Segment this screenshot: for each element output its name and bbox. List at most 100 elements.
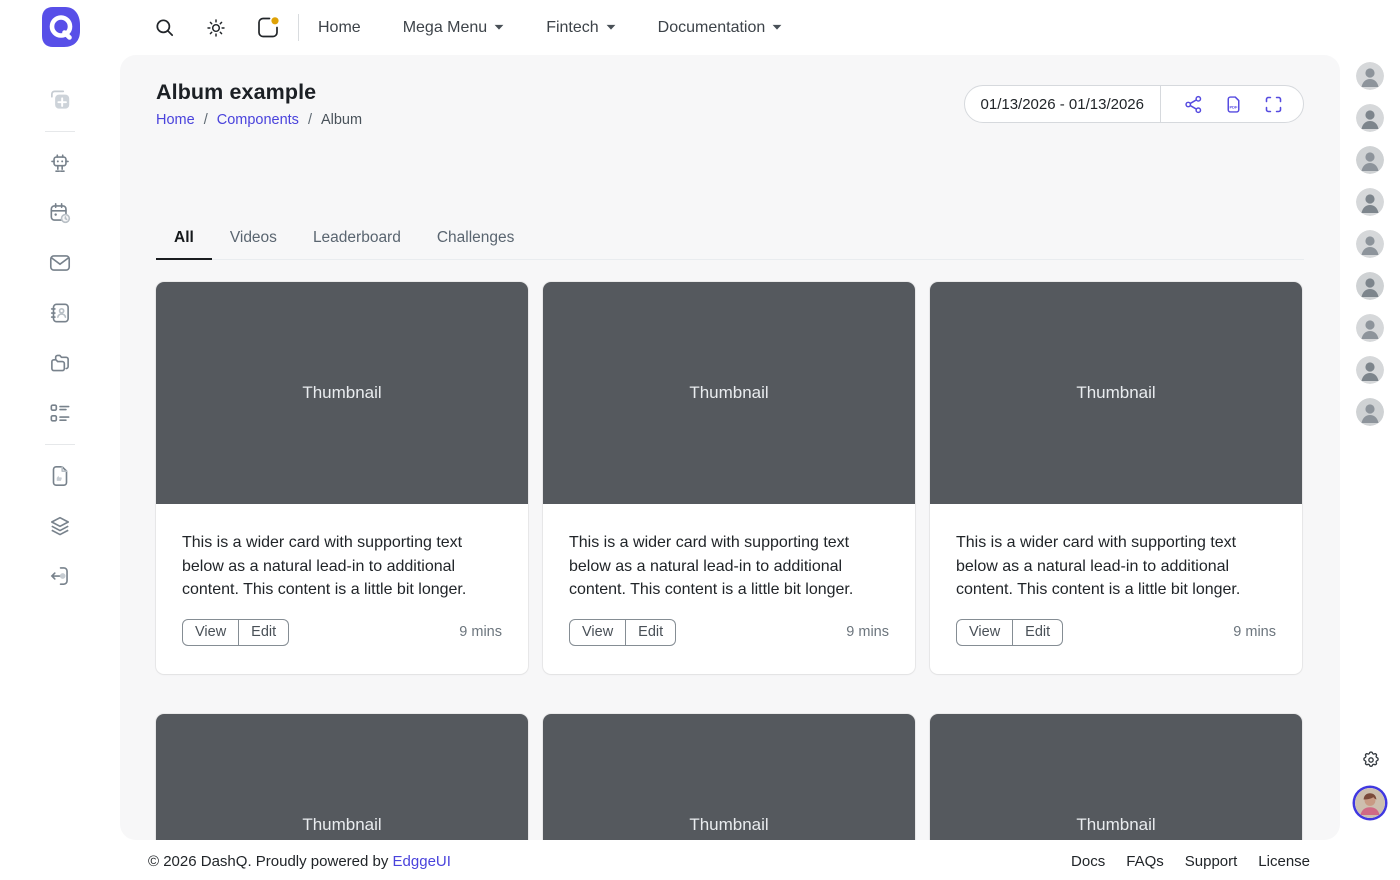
main-content: Album example Home / Components / Album … xyxy=(120,55,1340,840)
thumbnail-label: Thumbnail xyxy=(302,383,382,402)
edit-button[interactable]: Edit xyxy=(626,618,677,646)
avatar[interactable] xyxy=(1356,104,1384,132)
album-card: Thumbnail This is a wider card with supp… xyxy=(543,282,915,674)
album-card: Thumbnail This is a wider card with supp… xyxy=(930,714,1302,840)
layers-icon[interactable] xyxy=(47,513,73,539)
view-button[interactable]: View xyxy=(569,618,627,646)
thumbnail-label: Thumbnail xyxy=(689,383,769,402)
brand-logo[interactable] xyxy=(38,5,82,49)
tab-videos[interactable]: Videos xyxy=(212,222,295,259)
tab-challenges[interactable]: Challenges xyxy=(419,222,533,259)
avatar[interactable] xyxy=(1356,188,1384,216)
nav-item-mega-menu[interactable]: Mega Menu xyxy=(403,19,505,37)
list-details-icon[interactable] xyxy=(47,400,73,426)
footer-link-support[interactable]: Support xyxy=(1185,853,1238,870)
album-card: Thumbnail This is a wider card with supp… xyxy=(156,282,528,674)
folders-icon[interactable] xyxy=(47,350,73,376)
avatar[interactable] xyxy=(1356,62,1384,90)
fullscreen-icon[interactable] xyxy=(1261,92,1285,116)
card-button-group: View Edit xyxy=(182,618,290,646)
robot-icon[interactable] xyxy=(47,150,73,176)
toolbar-divider xyxy=(1160,85,1161,123)
card-grid: Thumbnail This is a wider card with supp… xyxy=(156,282,1304,840)
view-button[interactable]: View xyxy=(182,618,240,646)
view-button[interactable]: View xyxy=(956,618,1014,646)
topbar-divider xyxy=(298,14,299,41)
sidebar-divider xyxy=(45,131,75,132)
date-range-picker[interactable]: 01/13/2026 - 01/13/2026 xyxy=(981,96,1160,113)
export-pdf-icon[interactable]: PDF xyxy=(1221,92,1245,116)
card-thumbnail: Thumbnail xyxy=(543,714,915,840)
avatar[interactable] xyxy=(1356,398,1384,426)
page-title: Album example xyxy=(156,80,317,104)
edit-button[interactable]: Edit xyxy=(239,618,290,646)
breadcrumb-components-link[interactable]: Components xyxy=(217,112,299,128)
card-meta: 9 mins xyxy=(459,624,502,640)
avatar[interactable] xyxy=(1356,230,1384,258)
card-text: This is a wider card with supporting tex… xyxy=(182,534,467,598)
nav-label: Home xyxy=(318,18,361,36)
calendar-schedule-icon[interactable] xyxy=(47,200,73,226)
card-text: This is a wider card with supporting tex… xyxy=(956,534,1241,598)
footer-copyright: © 2026 DashQ. Proudly powered by EdggeUI xyxy=(148,853,451,870)
breadcrumb-separator: / xyxy=(307,112,312,128)
breadcrumb-separator: / xyxy=(203,112,208,128)
thumbnail-label: Thumbnail xyxy=(302,815,382,834)
card-thumbnail: Thumbnail xyxy=(930,282,1302,504)
brand-logo-icon xyxy=(42,7,80,47)
nav-item-home[interactable]: Home xyxy=(318,19,361,37)
breadcrumb: Home / Components / Album xyxy=(156,112,362,128)
footer: © 2026 DashQ. Proudly powered by EdggeUI… xyxy=(148,846,1310,876)
avatar[interactable] xyxy=(1356,314,1384,342)
edit-button[interactable]: Edit xyxy=(1013,618,1064,646)
footer-link-license[interactable]: License xyxy=(1258,853,1310,870)
toolbar: 01/13/2026 - 01/13/2026 PDF xyxy=(963,85,1304,123)
new-item-icon[interactable] xyxy=(47,87,73,113)
card-meta: 9 mins xyxy=(1233,624,1276,640)
footer-link-docs[interactable]: Docs xyxy=(1071,853,1105,870)
share-icon[interactable] xyxy=(1181,92,1205,116)
sidebar-divider xyxy=(45,444,75,445)
footer-links: Docs FAQs Support License xyxy=(1071,853,1310,870)
breadcrumb-current: Album xyxy=(320,112,363,128)
address-book-icon[interactable] xyxy=(47,300,73,326)
avatar[interactable] xyxy=(1356,272,1384,300)
card-thumbnail: Thumbnail xyxy=(156,714,528,840)
card-meta: 9 mins xyxy=(846,624,889,640)
avatar-rail xyxy=(1356,62,1384,426)
copyright-text: © 2026 DashQ. Proudly powered by xyxy=(148,852,389,870)
thumbnail-label: Thumbnail xyxy=(1076,383,1156,402)
theme-toggle-icon[interactable] xyxy=(204,16,228,40)
icon-sidebar xyxy=(0,55,120,845)
album-card: Thumbnail This is a wider card with supp… xyxy=(930,282,1302,674)
card-thumbnail: Thumbnail xyxy=(156,282,528,504)
avatar[interactable] xyxy=(1356,356,1384,384)
card-thumbnail: Thumbnail xyxy=(930,714,1302,840)
notification-dot xyxy=(271,16,279,24)
nav-label: Documentation xyxy=(657,18,766,36)
tab-leaderboard[interactable]: Leaderboard xyxy=(295,222,419,259)
footer-link-faqs[interactable]: FAQs xyxy=(1126,853,1164,870)
nav-item-fintech[interactable]: Fintech xyxy=(546,19,616,37)
avatar[interactable] xyxy=(1356,146,1384,174)
card-text: This is a wider card with supporting tex… xyxy=(569,534,854,598)
page-header: Album example Home / Components / Album … xyxy=(156,80,1304,132)
file-approval-icon[interactable] xyxy=(47,463,73,489)
card-button-group: View Edit xyxy=(569,618,677,646)
chevron-down-icon xyxy=(772,24,782,30)
tab-all[interactable]: All xyxy=(156,222,212,260)
svg-text:PDF: PDF xyxy=(1229,104,1238,109)
breadcrumb-home-link[interactable]: Home xyxy=(156,112,195,128)
logout-icon[interactable] xyxy=(47,563,73,589)
search-icon[interactable] xyxy=(152,16,176,40)
nav-item-documentation[interactable]: Documentation xyxy=(658,19,783,37)
mail-icon[interactable] xyxy=(47,250,73,276)
current-user-avatar[interactable] xyxy=(1355,788,1385,818)
card-thumbnail: Thumbnail xyxy=(543,282,915,504)
settings-gear-icon[interactable] xyxy=(1361,750,1381,770)
album-card: Thumbnail This is a wider card with supp… xyxy=(156,714,528,840)
chevron-down-icon xyxy=(494,24,504,30)
powered-by-link[interactable]: EdggeUI xyxy=(393,853,451,870)
notifications-icon[interactable] xyxy=(256,16,280,40)
tab-bar: All Videos Leaderboard Challenges xyxy=(156,222,1304,260)
